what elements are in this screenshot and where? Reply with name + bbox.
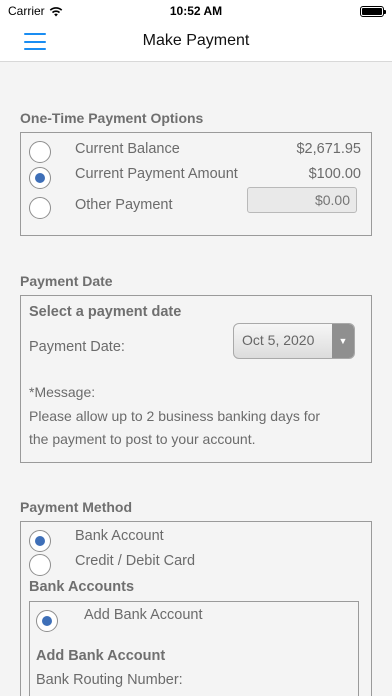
payment-date-box: Select a payment date Payment Date: Oct … (20, 295, 372, 463)
carrier-label: Carrier (8, 4, 45, 18)
status-bar: Carrier 10:52 AM (0, 0, 392, 22)
one-time-payment-box: Current Balance $2,671.95 Current Paymen… (20, 132, 372, 236)
current-payment-amount-label: Current Payment Amount (75, 166, 238, 182)
radio-credit-debit-card[interactable] (29, 554, 51, 576)
page-title: Make Payment (142, 32, 250, 49)
payment-date-label: Payment Date: (29, 339, 125, 355)
payment-date-value: Oct 5, 2020 (242, 332, 315, 348)
other-payment-input[interactable] (247, 187, 357, 213)
radio-current-balance[interactable] (29, 141, 51, 163)
current-balance-label: Current Balance (75, 141, 180, 157)
credit-debit-card-label: Credit / Debit Card (75, 553, 196, 569)
one-time-payment-title: One-Time Payment Options (20, 110, 204, 126)
message-line-1: Please allow up to 2 business banking da… (29, 408, 321, 424)
radio-add-bank-account[interactable] (36, 610, 58, 632)
other-payment-label: Other Payment (75, 197, 173, 213)
add-bank-account-label: Add Bank Account (84, 607, 203, 623)
bank-accounts-heading: Bank Accounts (29, 579, 135, 595)
current-payment-amount-value: $100.00 (308, 166, 361, 182)
current-balance-amount: $2,671.95 (296, 141, 361, 157)
payment-date-select[interactable]: Oct 5, 2020 ▼ (233, 323, 355, 359)
bank-routing-number-label: Bank Routing Number: (36, 672, 183, 688)
status-left: Carrier (8, 4, 63, 18)
payment-date-title: Payment Date (20, 273, 113, 289)
select-payment-date-heading: Select a payment date (29, 304, 182, 320)
bank-accounts-box: Add Bank Account Add Bank Account Bank R… (29, 601, 359, 696)
payment-method-title: Payment Method (20, 499, 133, 515)
payment-method-box: Bank Account Credit / Debit Card Bank Ac… (20, 521, 372, 696)
battery-icon (360, 5, 386, 17)
radio-other-payment[interactable] (29, 197, 51, 219)
bank-account-label: Bank Account (75, 528, 164, 544)
message-line-2: the payment to post to your account. (29, 431, 256, 447)
add-bank-account-heading: Add Bank Account (36, 648, 166, 664)
message-label: *Message: (29, 384, 96, 400)
wifi-icon (49, 6, 62, 16)
radio-current-payment-amount[interactable] (29, 167, 51, 189)
dropdown-arrow-icon: ▼ (332, 324, 354, 358)
radio-bank-account[interactable] (29, 530, 51, 552)
nav-bar: Make Payment (0, 22, 392, 62)
